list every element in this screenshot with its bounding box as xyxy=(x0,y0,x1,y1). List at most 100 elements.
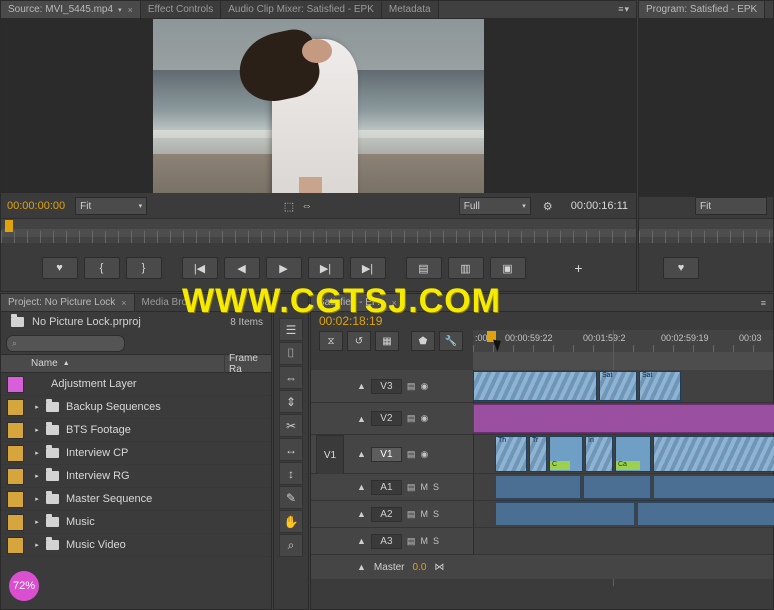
mute-button[interactable]: M xyxy=(420,482,428,492)
disclosure-triangle-icon[interactable]: ▸ xyxy=(30,495,44,503)
tab-sequence[interactable]: Satisfied - EP... × xyxy=(311,294,405,311)
razor-tool[interactable]: ✂ xyxy=(279,414,303,437)
clip[interactable] xyxy=(473,404,774,433)
clip[interactable]: Th xyxy=(495,436,527,472)
step-back-button[interactable]: ◀ xyxy=(223,257,260,279)
lock-icon[interactable]: ▲ xyxy=(357,381,366,391)
settings-icon[interactable]: ⚙ xyxy=(539,198,557,214)
source-resolution-select[interactable]: ▾ Full ▾ xyxy=(458,197,531,215)
tab-metadata[interactable]: Metadata xyxy=(381,1,439,18)
track-eye-icon[interactable]: ◉ xyxy=(420,413,428,424)
lock-icon[interactable]: ▲ xyxy=(357,536,366,546)
track-eye-icon[interactable]: ◉ xyxy=(420,381,428,392)
tab-project[interactable]: Project: No Picture Lock × xyxy=(1,294,135,311)
track-output-icon[interactable]: ▤ xyxy=(407,413,416,424)
lock-icon[interactable]: ▲ xyxy=(357,509,366,519)
timeline-work-area-bar[interactable] xyxy=(473,352,773,370)
track-output-icon[interactable]: ▤ xyxy=(407,482,416,493)
clip[interactable]: Ca xyxy=(615,436,651,472)
program-zoom-select[interactable]: Fit xyxy=(695,197,767,215)
rate-stretch-tool[interactable]: ⇕ xyxy=(279,390,303,413)
track-header-v3[interactable]: ▲ V3 ▤ ◉ xyxy=(311,370,474,402)
track-v2[interactable]: ▲ V2 ▤ ◉ xyxy=(311,403,774,435)
track-name-v1[interactable]: V1 xyxy=(370,446,402,462)
disclosure-triangle-icon[interactable]: ▸ xyxy=(30,449,44,457)
tab-media-browser[interactable]: Media Bro... xyxy=(134,294,204,311)
clip[interactable] xyxy=(495,475,581,499)
clip[interactable] xyxy=(583,475,651,499)
table-row[interactable]: ▸ Interview CP xyxy=(1,442,271,465)
track-name-a1[interactable]: A1 xyxy=(370,479,402,495)
disclosure-triangle-icon[interactable]: ▸ xyxy=(30,472,44,480)
master-volume-value[interactable]: 0.0 xyxy=(412,562,426,573)
button-editor-button[interactable]: + xyxy=(562,258,596,278)
chevron-down-icon[interactable]: ▾ xyxy=(118,6,122,14)
master-track-row[interactable]: ▲ Master 0.0 ⋈ xyxy=(311,555,773,579)
ripple-edit-tool[interactable]: ⌷ xyxy=(279,342,303,365)
mark-out-button[interactable]: } xyxy=(125,257,162,279)
track-name-v2[interactable]: V2 xyxy=(370,411,402,426)
mute-button[interactable]: M xyxy=(420,509,428,519)
play-button[interactable]: ▶ xyxy=(265,257,302,279)
rolling-edit-tool[interactable]: ⇔ xyxy=(279,366,303,389)
clip[interactable] xyxy=(653,475,774,499)
export-frame-button[interactable]: ▣ xyxy=(489,257,526,279)
tab-effect-controls[interactable]: Effect Controls xyxy=(140,1,222,18)
hand-tool[interactable]: ✋ xyxy=(279,510,303,533)
program-add-marker-button[interactable]: ♥ xyxy=(663,257,699,279)
disclosure-triangle-icon[interactable]: ▸ xyxy=(30,541,44,549)
clip[interactable]: Sat xyxy=(599,371,637,401)
track-output-icon[interactable]: ▤ xyxy=(407,509,416,520)
table-row[interactable]: ▸ Master Sequence xyxy=(1,488,271,511)
track-output-icon[interactable]: ▤ xyxy=(407,381,416,392)
track-output-icon[interactable]: ▤ xyxy=(407,449,416,460)
table-row[interactable]: ▸ Music Video xyxy=(1,534,271,557)
source-timeline-ruler[interactable] xyxy=(1,218,636,243)
track-output-icon[interactable]: ▤ xyxy=(407,536,416,547)
add-marker-button[interactable]: ▦ xyxy=(375,331,399,351)
track-header-v2[interactable]: ▲ V2 ▤ ◉ xyxy=(311,403,474,434)
close-icon[interactable]: × xyxy=(121,298,126,308)
master-pan-icon[interactable]: ⋈ xyxy=(434,562,444,573)
track-eye-icon[interactable]: ◉ xyxy=(420,449,428,460)
solo-button[interactable]: S xyxy=(433,536,439,546)
source-playhead[interactable] xyxy=(5,220,13,232)
timeline-ruler[interactable]: :00 00:00:59:22 00:01:59:2 00:02:59:19 0… xyxy=(473,330,773,353)
track-select-tool[interactable]: ☰ xyxy=(279,318,303,341)
lock-icon[interactable]: ▲ xyxy=(357,449,366,459)
mute-button[interactable]: M xyxy=(420,536,428,546)
table-row[interactable]: ▸ Music xyxy=(1,511,271,534)
solo-button[interactable]: S xyxy=(433,482,439,492)
tab-program[interactable]: Program: Satisfied - EPK xyxy=(639,1,766,18)
track-header-a1[interactable]: ▲ A1 ▤ M S xyxy=(311,474,474,500)
track-a3[interactable]: ▲ A3 ▤ M S xyxy=(311,528,773,555)
lock-icon[interactable]: ▲ xyxy=(357,414,366,424)
source-current-timecode[interactable]: 00:00:00:00 xyxy=(1,200,65,212)
slide-tool[interactable]: ↕ xyxy=(279,462,303,485)
disclosure-triangle-icon[interactable]: ▸ xyxy=(30,518,44,526)
timeline-panel-menu-icon[interactable]: ≡ xyxy=(755,294,773,311)
panel-menu-icon[interactable]: ≡▾ xyxy=(612,1,636,18)
clip[interactable]: Tr xyxy=(529,436,547,472)
clip[interactable] xyxy=(473,371,597,401)
step-forward-button[interactable]: ▶| xyxy=(307,257,344,279)
clip[interactable]: C xyxy=(549,436,583,472)
program-video-stage[interactable] xyxy=(639,19,773,197)
table-row[interactable]: ▸ BTS Footage xyxy=(1,419,271,442)
table-row[interactable]: ▸ Backup Sequences xyxy=(1,396,271,419)
source-duration-timecode[interactable]: 00:00:16:11 xyxy=(565,200,636,212)
source-zoom-select[interactable]: Fit ▾ xyxy=(75,197,148,215)
export-frame-icon[interactable]: ⬚ xyxy=(280,198,298,214)
go-to-out-button[interactable]: ▶| xyxy=(349,257,386,279)
clip[interactable] xyxy=(653,436,774,472)
source-video-stage[interactable] xyxy=(1,19,636,197)
clip[interactable]: Sat xyxy=(639,371,681,401)
track-name-v3[interactable]: V3 xyxy=(370,378,402,394)
linked-selection-button[interactable]: ↺ xyxy=(347,331,371,351)
clip[interactable] xyxy=(495,502,635,526)
lock-icon[interactable]: ▲ xyxy=(357,562,366,572)
disclosure-triangle-icon[interactable]: ▸ xyxy=(30,426,44,434)
insert-button[interactable]: ▤ xyxy=(405,257,442,279)
pen-tool[interactable]: ✎ xyxy=(279,486,303,509)
track-header-a3[interactable]: ▲ A3 ▤ M S xyxy=(311,528,474,554)
